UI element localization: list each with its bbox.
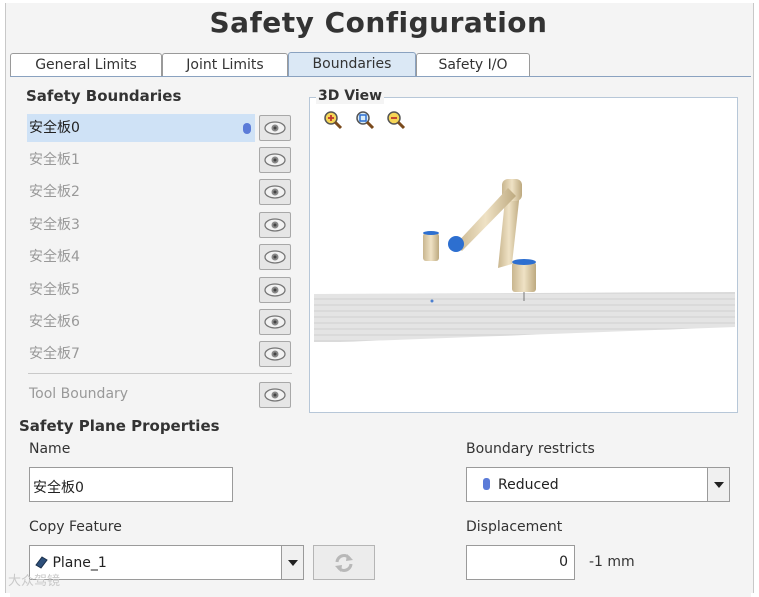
name-label: Name [29,441,71,457]
list-divider [28,373,292,374]
boundary-item-label: 安全板0 [29,120,80,136]
boundary-restricts-label: Boundary restricts [466,441,595,457]
tcp-marker [430,299,434,303]
boundary-item-3[interactable]: 安全板3 [27,211,255,239]
refresh-button[interactable] [313,545,375,580]
eye-icon [264,153,286,167]
boundary-item-label: 安全板4 [29,249,80,265]
boundary-item-label: 安全板2 [29,184,80,200]
3d-view-viewport[interactable] [309,97,738,413]
reduced-mode-icon [243,123,251,134]
robot-wrist-joint [448,236,464,252]
copy-feature-label: Copy Feature [29,519,122,535]
plane-properties-heading: Safety Plane Properties [19,417,220,435]
name-field-value: 安全板0 [33,480,84,496]
tool-boundary-label: Tool Boundary [29,386,129,402]
visibility-toggle-3[interactable] [259,212,291,238]
visibility-toggle-4[interactable] [259,244,291,270]
zoom-reset-icon[interactable] [355,110,375,130]
tab-general-limits[interactable]: General Limits [10,53,162,76]
eye-icon [264,185,286,199]
reduced-mode-icon [483,478,490,490]
watermark-text: 大众驾镜 [8,574,61,589]
boundary-restricts-value: Reduced [498,477,559,493]
boundary-item-4[interactable]: 安全板4 [27,243,255,271]
zoom-in-icon[interactable] [323,110,343,130]
plane-feature-icon [35,556,48,569]
page-title: Safety Configuration [209,6,548,39]
eye-icon [264,315,286,329]
eye-icon [264,347,286,361]
eye-icon [264,250,286,264]
copy-feature-dropdown[interactable]: Plane_1 [29,545,304,580]
chevron-down-icon[interactable] [707,468,729,501]
displacement-unit: -1 mm [589,554,635,570]
boundary-item-7[interactable]: 安全板7 [27,340,255,368]
boundary-item-label: 安全板3 [29,217,80,233]
chevron-down-icon[interactable] [281,546,303,579]
robot-tool-flange [423,231,439,235]
visibility-toggle-0[interactable] [259,115,291,141]
visibility-toggle-7[interactable] [259,341,291,367]
3d-view-label: 3D View [316,88,385,104]
boundary-item-2[interactable]: 安全板2 [27,178,255,206]
tool-boundary-item[interactable]: Tool Boundary [27,380,255,408]
tab-safety-io[interactable]: Safety I/O [416,53,530,76]
visibility-toggle-2[interactable] [259,179,291,205]
zoom-out-icon[interactable] [386,110,406,130]
boundary-item-0[interactable]: 安全板0 [27,114,255,142]
name-field[interactable]: 安全板0 [29,467,233,502]
robot-wrist [423,233,439,261]
eye-icon [264,283,286,297]
eye-icon [264,121,286,135]
boundary-item-label: 安全板5 [29,282,80,298]
refresh-icon [335,554,353,572]
visibility-toggle-5[interactable] [259,277,291,303]
robot-base-joint [512,259,536,265]
boundary-restricts-dropdown[interactable]: Reduced [466,467,730,502]
boundary-item-5[interactable]: 安全板5 [27,276,255,304]
eye-icon [264,218,286,232]
boundary-item-label: 安全板7 [29,346,80,362]
displacement-label: Displacement [466,519,563,535]
tab-joint-limits[interactable]: Joint Limits [162,53,288,76]
displacement-value: 0 [559,554,568,570]
robot-base [512,262,536,292]
eye-icon [264,388,286,402]
boundary-item-1[interactable]: 安全板1 [27,146,255,174]
tool-boundary-visibility-toggle[interactable] [259,382,291,408]
watermark: 大众驾镜 [8,570,60,589]
tab-boundaries[interactable]: Boundaries [288,52,416,77]
boundary-item-label: 安全板1 [29,152,80,168]
displacement-input[interactable]: 0 [466,545,575,580]
boundary-item-6[interactable]: 安全板6 [27,308,255,336]
visibility-toggle-1[interactable] [259,147,291,173]
visibility-toggle-6[interactable] [259,309,291,335]
boundary-item-label: 安全板6 [29,314,80,330]
copy-feature-value: Plane_1 [52,555,107,571]
robot-scene [314,179,735,342]
safety-boundaries-heading: Safety Boundaries [26,87,182,105]
